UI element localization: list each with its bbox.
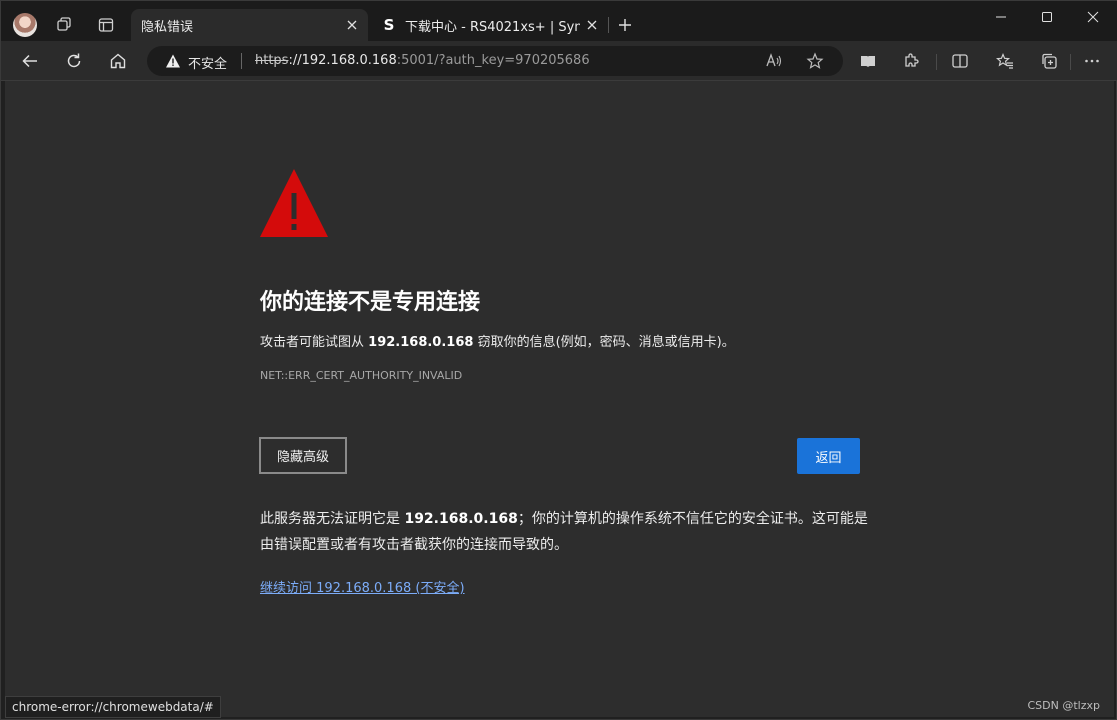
url-scheme: https bbox=[255, 53, 289, 68]
not-secure-warning-icon[interactable] bbox=[165, 53, 181, 73]
toolbar-divider bbox=[1070, 54, 1071, 70]
toolbar-divider bbox=[936, 54, 937, 70]
privacy-error-page: 你的连接不是专用连接 攻击者可能试图从 192.168.0.168 窃取你的信息… bbox=[5, 81, 1114, 717]
address-bar[interactable]: 不安全 https://192.168.0.168:5001/?auth_key… bbox=[147, 46, 843, 76]
home-icon[interactable] bbox=[106, 49, 130, 73]
tab-privacy-error[interactable]: 隐私错误 bbox=[131, 9, 368, 41]
watermark: CSDN @tlzxp bbox=[1027, 699, 1101, 712]
collections-icon[interactable] bbox=[1038, 50, 1060, 72]
close-window-icon[interactable] bbox=[1070, 1, 1116, 33]
close-tab-icon[interactable] bbox=[344, 17, 360, 33]
tab-actions-icon[interactable] bbox=[94, 13, 118, 37]
url-path: :5001/?auth_key=970205686 bbox=[396, 53, 590, 68]
page-title: 你的连接不是专用连接 bbox=[260, 290, 481, 315]
summary-suffix: 窃取你的信息(例如，密码、消息或信用卡)。 bbox=[477, 335, 735, 350]
workspaces-icon[interactable] bbox=[52, 13, 76, 37]
extensions-icon[interactable] bbox=[900, 50, 922, 72]
favorites-icon[interactable] bbox=[994, 50, 1016, 72]
more-menu-icon[interactable] bbox=[1081, 50, 1103, 72]
maximize-icon[interactable] bbox=[1024, 1, 1070, 33]
error-summary: 攻击者可能试图从 192.168.0.168 窃取你的信息(例如，密码、消息或信… bbox=[260, 331, 735, 350]
not-secure-label[interactable]: 不安全 bbox=[188, 53, 227, 72]
tab-label: 隐私错误 bbox=[141, 19, 194, 35]
url-text[interactable]: https://192.168.0.168:5001/?auth_key=970… bbox=[255, 53, 590, 68]
tab-label: 下载中心 - RS4021xs+ | Synology bbox=[405, 19, 580, 35]
read-aloud-icon[interactable] bbox=[765, 52, 783, 70]
minimize-icon[interactable] bbox=[978, 1, 1024, 33]
profile-avatar[interactable] bbox=[13, 13, 37, 37]
tab-download-center[interactable]: S 下载中心 - RS4021xs+ | Synology bbox=[369, 9, 608, 41]
close-tab-icon[interactable] bbox=[584, 17, 600, 33]
warning-triangle-icon bbox=[260, 169, 328, 241]
summary-prefix: 攻击者可能试图从 bbox=[260, 335, 365, 350]
proceed-unsafe-link[interactable]: 继续访问 192.168.0.168 (不安全) bbox=[260, 577, 465, 596]
refresh-icon[interactable] bbox=[62, 49, 86, 73]
back-arrow-icon[interactable] bbox=[18, 49, 42, 73]
synology-favicon-icon: S bbox=[383, 16, 395, 34]
tab-divider bbox=[608, 17, 609, 33]
back-to-safety-button[interactable]: 返回 bbox=[797, 438, 860, 474]
status-bar-url: chrome-error://chromewebdata/# bbox=[5, 696, 221, 718]
url-host: ://192.168.0.168 bbox=[288, 53, 397, 68]
reading-view-icon[interactable] bbox=[857, 50, 879, 72]
address-divider bbox=[241, 53, 242, 69]
detail-host: 192.168.0.168 bbox=[404, 511, 518, 527]
hide-advanced-button[interactable]: 隐藏高级 bbox=[259, 437, 347, 474]
favorite-star-icon[interactable] bbox=[806, 52, 824, 70]
split-screen-icon[interactable] bbox=[949, 50, 971, 72]
error-details: 此服务器无法证明它是 192.168.0.168；你的计算机的操作系统不信任它的… bbox=[260, 506, 870, 558]
new-tab-icon[interactable] bbox=[613, 13, 637, 37]
detail-prefix: 此服务器无法证明它是 bbox=[260, 511, 400, 527]
browser-window: 隐私错误 S 下载中心 - RS4021xs+ | Synology bbox=[0, 0, 1117, 720]
error-code[interactable]: NET::ERR_CERT_AUTHORITY_INVALID bbox=[260, 369, 462, 382]
navigation-toolbar: 不安全 https://192.168.0.168:5001/?auth_key… bbox=[1, 41, 1117, 81]
summary-host: 192.168.0.168 bbox=[368, 335, 474, 350]
tab-strip: 隐私错误 S 下载中心 - RS4021xs+ | Synology bbox=[1, 1, 1117, 41]
